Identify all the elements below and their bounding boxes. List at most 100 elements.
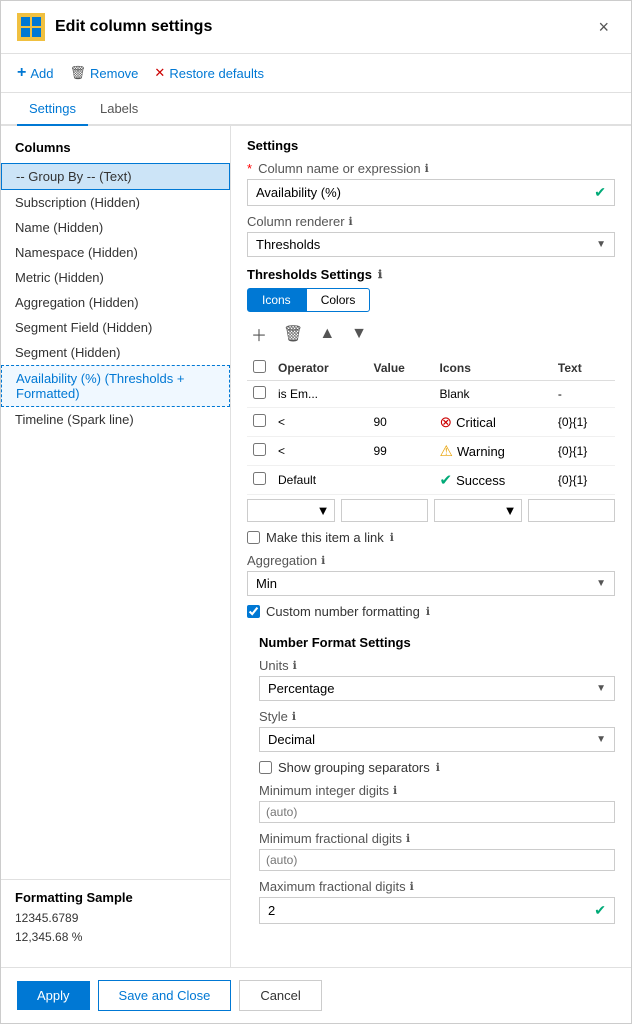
operator-cell: < <box>272 408 367 437</box>
remove-label: Remove <box>90 66 138 81</box>
value-cell <box>367 381 433 408</box>
delete-threshold-button[interactable]: 🗑 <box>279 322 307 346</box>
style-select[interactable]: Decimal ▼ <box>259 727 615 752</box>
number-format-section: Number Format Settings Units ℹ Percentag… <box>247 627 615 924</box>
max-fractional-info-icon[interactable]: ℹ <box>410 880 414 893</box>
left-panel: Columns -- Group By -- (Text) Subscripti… <box>1 126 231 967</box>
list-item[interactable]: Segment (Hidden) <box>1 340 230 365</box>
make-link-info-icon[interactable]: ℹ <box>390 531 394 544</box>
add-threshold-button[interactable]: ＋ <box>247 320 271 348</box>
min-integer-label: Minimum integer digits ℹ <box>259 783 615 798</box>
style-info-icon[interactable]: ℹ <box>292 710 296 723</box>
value-cell: 99 <box>367 437 433 466</box>
list-item[interactable]: Segment Field (Hidden) <box>1 315 230 340</box>
row-checkbox[interactable] <box>253 472 266 485</box>
make-link-checkbox[interactable] <box>247 531 260 544</box>
min-integer-info-icon[interactable]: ℹ <box>393 784 397 797</box>
list-item[interactable]: Name (Hidden) <box>1 215 230 240</box>
save-close-button[interactable]: Save and Close <box>98 980 232 1011</box>
restore-defaults-button[interactable]: ✕ Restore defaults <box>154 65 264 81</box>
operator-cell: < <box>272 437 367 466</box>
bottom-select-right[interactable]: ▼ <box>434 499 522 522</box>
row-checkbox[interactable] <box>253 443 266 456</box>
remove-button[interactable]: 🗑 Remove <box>69 65 138 81</box>
operator-header: Operator <box>272 356 367 381</box>
text-cell: {0}{1} <box>552 437 615 466</box>
add-label: Add <box>30 66 53 81</box>
list-item[interactable]: Timeline (Spark line) <box>1 407 230 432</box>
formatting-sample: Formatting Sample 12345.6789 12,345.68 % <box>1 879 230 957</box>
value-header: Value <box>367 356 433 381</box>
list-item[interactable]: Availability (%) (Thresholds + Formatted… <box>1 365 230 407</box>
threshold-table: Operator Value Icons Text is Em... Blank <box>247 356 615 495</box>
dialog-icon <box>17 13 45 41</box>
add-button[interactable]: + Add <box>17 64 53 82</box>
move-up-button[interactable]: ▲ <box>315 323 339 345</box>
settings-section-title: Settings <box>247 138 615 153</box>
chevron-icon: ▼ <box>504 503 517 518</box>
tab-labels[interactable]: Labels <box>88 93 150 126</box>
apply-button[interactable]: Apply <box>17 981 90 1010</box>
aggregation-info-icon[interactable]: ℹ <box>321 554 325 567</box>
tab-settings[interactable]: Settings <box>17 93 88 126</box>
toggle-icons-button[interactable]: Icons <box>247 288 306 312</box>
min-integer-input[interactable] <box>259 801 615 823</box>
grouping-label: Show grouping separators <box>278 760 430 775</box>
content-area: Columns -- Group By -- (Text) Subscripti… <box>1 126 631 967</box>
row-checkbox[interactable] <box>253 386 266 399</box>
column-renderer-select[interactable]: Thresholds ▼ <box>247 232 615 257</box>
icon-cell: Blank <box>434 381 552 408</box>
aggregation-section: Aggregation ℹ Min ▼ <box>247 553 615 596</box>
list-item[interactable]: Namespace (Hidden) <box>1 240 230 265</box>
renderer-info-icon[interactable]: ℹ <box>349 215 353 228</box>
max-fractional-label: Maximum fractional digits ℹ <box>259 879 615 894</box>
make-link-label: Make this item a link <box>266 530 384 545</box>
units-select[interactable]: Percentage ▼ <box>259 676 615 701</box>
aggregation-select[interactable]: Min ▼ <box>247 571 615 596</box>
list-item[interactable]: Aggregation (Hidden) <box>1 290 230 315</box>
min-fractional-input[interactable] <box>259 849 615 871</box>
grouping-info-icon[interactable]: ℹ <box>436 761 440 774</box>
column-name-info-icon[interactable]: ℹ <box>425 162 429 175</box>
style-label: Style ℹ <box>259 709 615 724</box>
warning-icon: ⚠ <box>440 442 453 460</box>
cancel-button[interactable]: Cancel <box>239 980 321 1011</box>
custom-number-checkbox[interactable] <box>247 605 260 618</box>
toggle-colors-button[interactable]: Colors <box>306 288 371 312</box>
bottom-value-input[interactable] <box>341 499 429 522</box>
tabs-bar: Settings Labels <box>1 93 631 126</box>
units-chevron-icon: ▼ <box>596 683 606 694</box>
column-name-input[interactable]: Availability (%) ✔ <box>247 179 615 206</box>
threshold-action-bar: ＋ 🗑 ▲ ▼ <box>247 320 615 348</box>
bottom-select-left[interactable]: ▼ <box>247 499 335 522</box>
icon-label: Critical <box>456 415 496 430</box>
min-fractional-info-icon[interactable]: ℹ <box>406 832 410 845</box>
units-info-icon[interactable]: ℹ <box>293 659 297 672</box>
max-fractional-input[interactable]: 2 ✔ <box>259 897 615 924</box>
icon-label: Warning <box>457 444 505 459</box>
formatting-sample-title: Formatting Sample <box>15 890 216 905</box>
text-cell: {0}{1} <box>552 408 615 437</box>
move-down-button[interactable]: ▼ <box>347 323 371 345</box>
formatting-sample-value1: 12345.6789 <box>15 909 216 928</box>
operator-cell: is Em... <box>272 381 367 408</box>
value-cell <box>367 466 433 495</box>
trash-icon: 🗑 <box>69 65 86 81</box>
threshold-info-icon[interactable]: ℹ <box>378 268 382 281</box>
dialog-title: Edit column settings <box>55 18 582 36</box>
list-item[interactable]: Subscription (Hidden) <box>1 190 230 215</box>
grouping-checkbox[interactable] <box>259 761 272 774</box>
list-item[interactable]: -- Group By -- (Text) <box>1 163 230 190</box>
row-checkbox[interactable] <box>253 414 266 427</box>
bottom-dropdowns: ▼ ▼ <box>247 499 615 522</box>
custom-number-info-icon[interactable]: ℹ <box>426 605 430 618</box>
list-item[interactable]: Metric (Hidden) <box>1 265 230 290</box>
bottom-text-input[interactable] <box>528 499 616 522</box>
icon-cell: ⊗ Critical <box>434 408 552 437</box>
grouping-row: Show grouping separators ℹ <box>259 760 615 775</box>
table-row: < 99 ⚠ Warning {0}{1} <box>247 437 615 466</box>
close-button[interactable]: × <box>592 15 615 40</box>
min-fractional-label: Minimum fractional digits ℹ <box>259 831 615 846</box>
plus-icon: + <box>17 64 26 82</box>
select-all-checkbox[interactable] <box>253 360 266 373</box>
